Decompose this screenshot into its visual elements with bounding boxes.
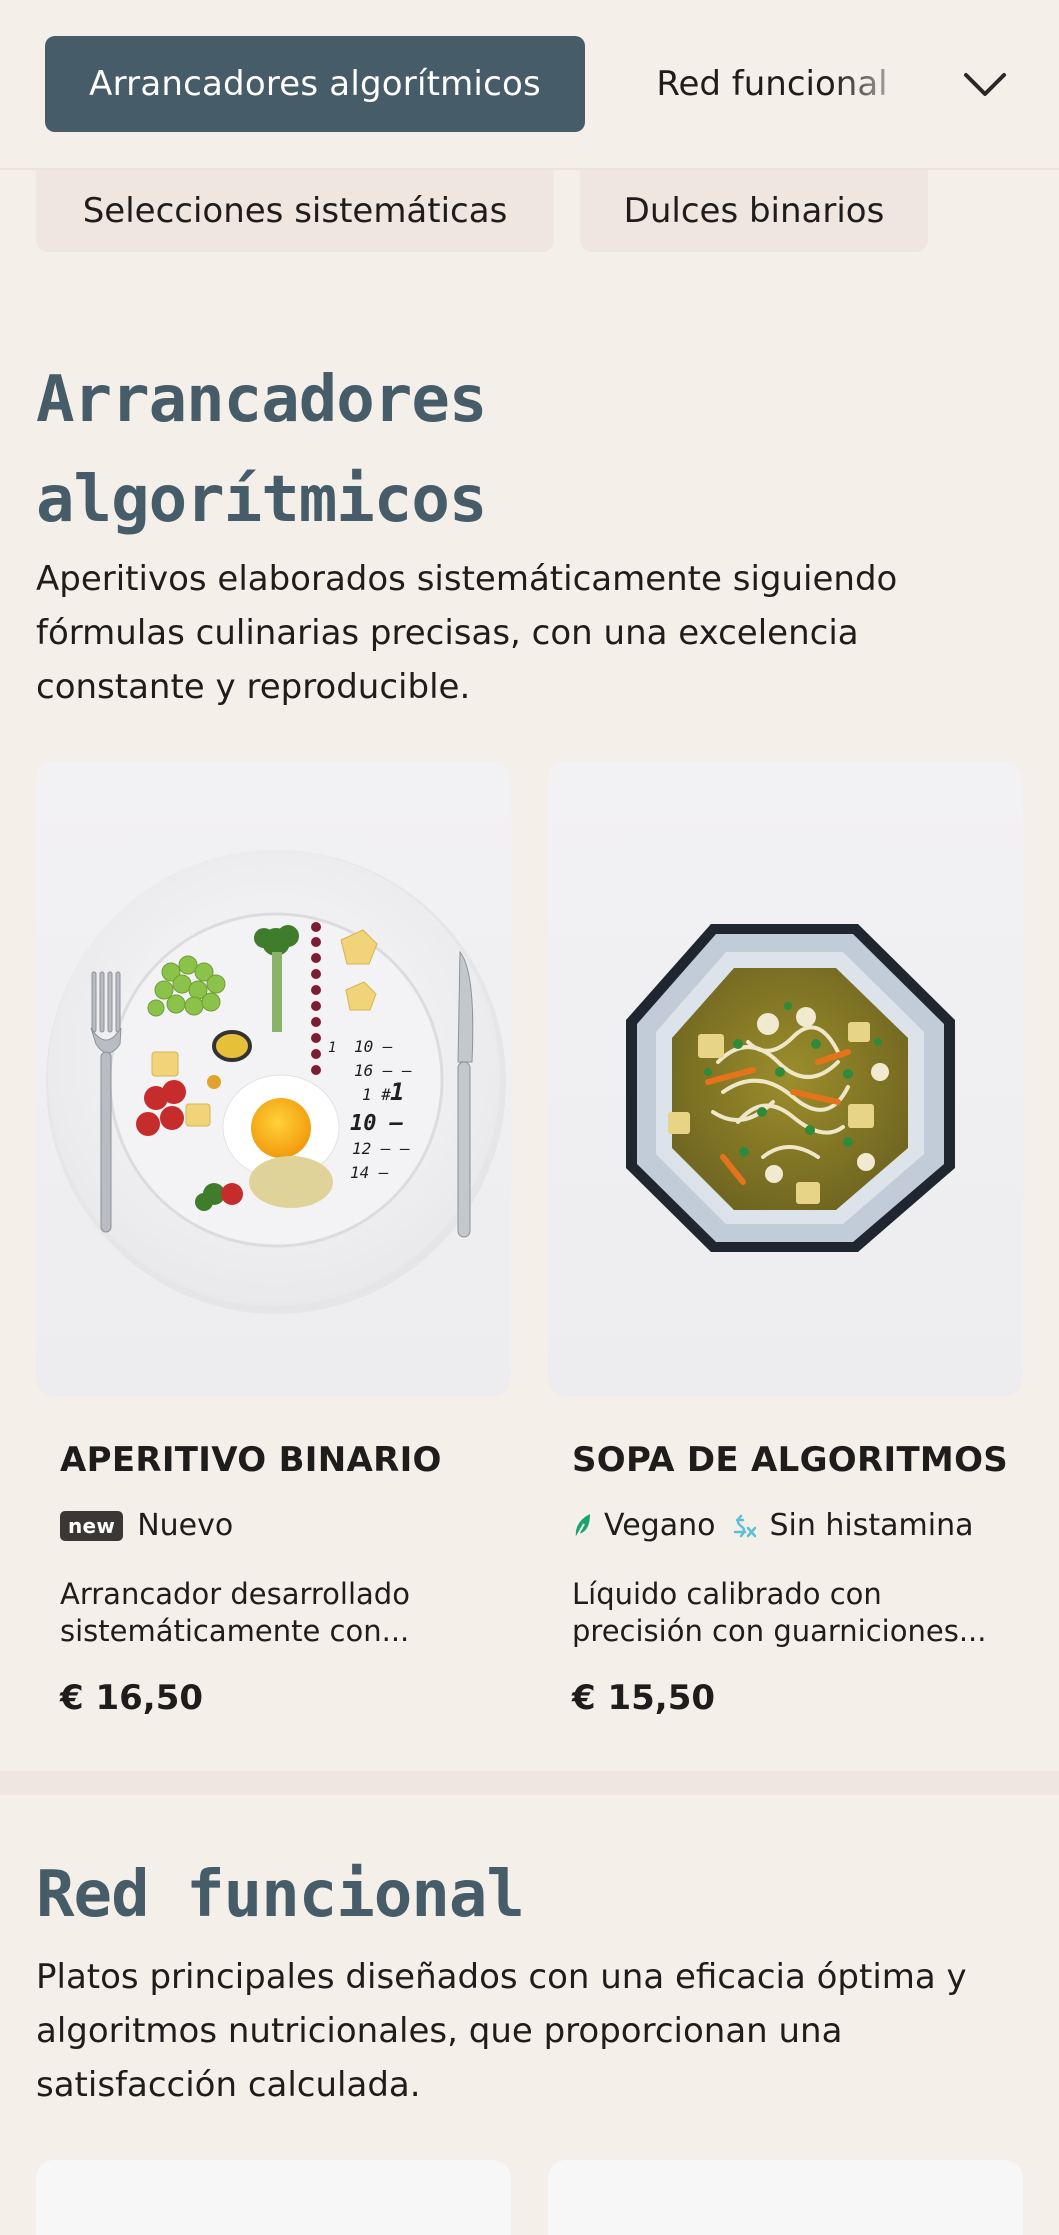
leaf-icon [572,1512,592,1540]
item-description-line: precisión con guarniciones... [572,1614,987,1648]
chevron-down-icon[interactable] [960,60,1010,110]
item-name: APERITIVO BINARIO [60,1440,442,1480]
item-description-line: sistemáticamente con... [60,1614,410,1648]
plate-number: 1 [328,1040,336,1056]
plate-number: 1 [390,1078,404,1106]
plate-number: 12 – – [352,1139,410,1158]
plate-number: 1 # [362,1085,391,1104]
item-name: SOPA DE ALGORITMOS [572,1440,1009,1480]
item-price: € 15,50 [572,1678,716,1718]
section-title: Arrancadores algorítmicos [36,350,487,550]
vegan-label: Vegano [604,1508,716,1543]
histamine-free-icon [731,1512,757,1540]
tab-red-funcional[interactable]: Red funcional [622,36,922,132]
plate-number: 10 — [350,1111,404,1136]
item-description: Líquido calibrado con precisión con guar… [572,1576,1012,1650]
tab-dulces-binarios[interactable]: Dulces binarios [580,170,928,252]
plate-number: 14 – [350,1163,389,1182]
histamine-free-label: Sin histamina [769,1508,974,1543]
menu-item-card[interactable]: 1 10 – 16 – – 1 # 1 10 — 12 – – 14 – APE… [36,762,511,1718]
menu-item-card[interactable] [548,2160,1023,2235]
tab-selecciones-sistematicas[interactable]: Selecciones sistemáticas [36,170,554,252]
new-badge-label: Nuevo [137,1508,234,1543]
dish-photo: 1 10 – 16 – – 1 # 1 10 — 12 – – 14 – [36,762,511,1396]
section-title-line: algorítmicos [36,463,487,537]
menu-item-card[interactable] [36,2160,511,2235]
tab-arrancadores-algoritmicos[interactable]: Arrancadores algorítmicos [45,36,585,132]
item-description-line: Arrancador desarrollado [60,1577,410,1611]
item-badges: new Nuevo [60,1508,233,1543]
item-price: € 16,50 [60,1678,204,1718]
section-title: Red funcional [36,1858,525,1932]
item-description: Arrancador desarrollado sistemáticamente… [60,1576,500,1650]
section-description: Aperitivos elaborados sistemáticamente s… [36,559,898,707]
dish-photo [548,762,1023,1396]
item-description-line: Líquido calibrado con [572,1577,882,1611]
category-nav: Arrancadores algorítmicos Red funcional [0,0,1059,170]
menu-item-card[interactable]: SOPA DE ALGORITMOS Vegano Sin histamina [548,762,1023,1718]
plate-number: 10 – [354,1037,393,1056]
category-nav-expanded: Selecciones sistemáticas Dulces binarios [0,170,1059,252]
section-title-line: Arrancadores [36,363,487,437]
item-badges: Vegano Sin histamina [572,1508,973,1543]
new-badge: new [60,1510,124,1541]
section-divider [0,1771,1059,1795]
section-description: Platos principales diseñados con una efi… [36,1957,967,2105]
